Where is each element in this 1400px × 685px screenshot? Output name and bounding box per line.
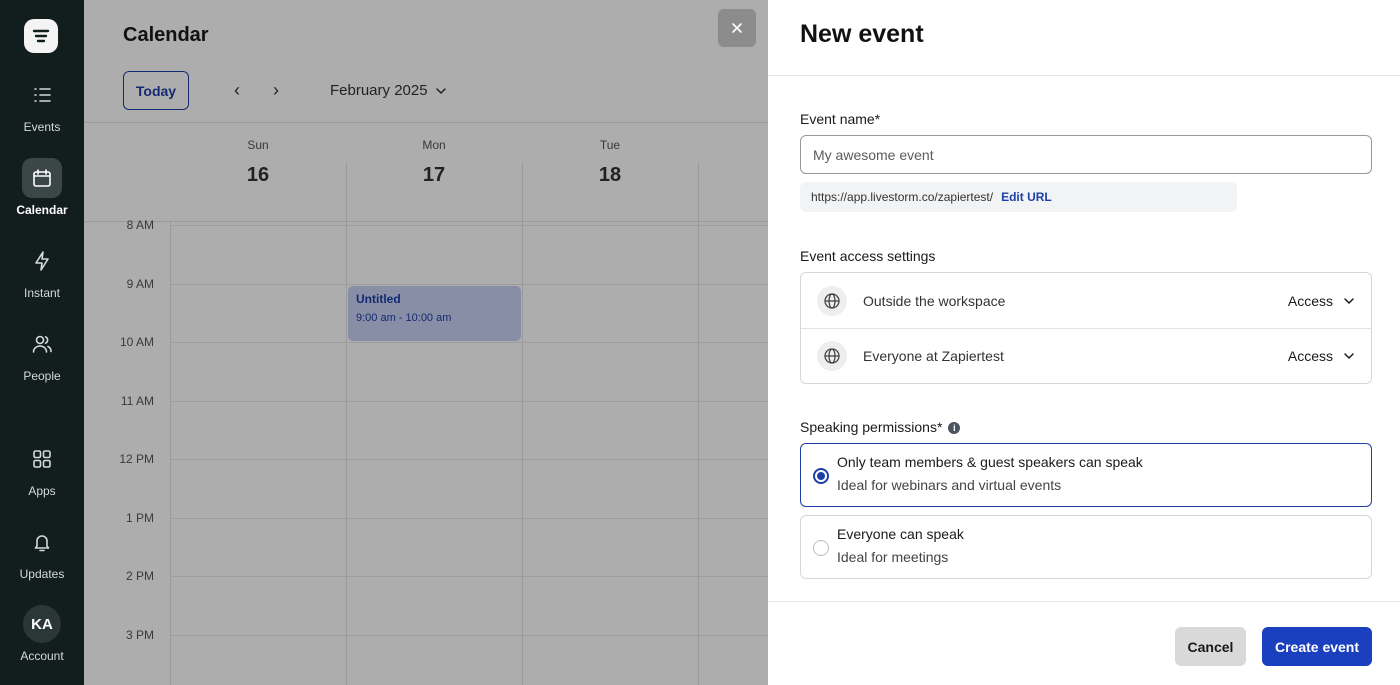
close-button[interactable]: [718, 9, 756, 47]
logo-icon: [32, 29, 50, 43]
event-name-label: Event name*: [800, 111, 881, 127]
calendar-icon: [33, 169, 51, 187]
radio-button[interactable]: [813, 540, 829, 556]
avatar: KA: [23, 605, 61, 643]
apps-grid-icon: [33, 450, 51, 468]
access-dropdown[interactable]: Access: [1288, 348, 1355, 364]
info-icon[interactable]: i: [948, 422, 961, 435]
sidebar-item-label: Calendar: [16, 203, 68, 217]
sidebar-item-label: Apps: [28, 484, 56, 498]
chevron-down-icon: [1344, 297, 1354, 304]
access-row-label: Everyone at Zapiertest: [863, 348, 1004, 364]
access-settings: Outside the workspace Access Everyone at: [800, 272, 1372, 384]
sidebar-item-account[interactable]: KA Account: [0, 605, 84, 663]
chevron-down-icon: [1344, 353, 1354, 360]
event-name-input[interactable]: [800, 135, 1372, 174]
globe-icon: [817, 341, 847, 371]
radio-button[interactable]: [813, 468, 829, 484]
app-logo[interactable]: [24, 19, 58, 53]
cancel-button[interactable]: Cancel: [1175, 627, 1246, 666]
edit-url-link[interactable]: Edit URL: [1001, 190, 1052, 204]
speaking-option-everyone[interactable]: Everyone can speak Ideal for meetings: [800, 515, 1372, 579]
option-subtitle: Ideal for meetings: [837, 549, 949, 565]
people-icon: [32, 335, 52, 353]
option-subtitle: Ideal for webinars and virtual events: [837, 477, 1062, 493]
modal-overlay[interactable]: [84, 0, 768, 685]
sidebar-item-label: Events: [23, 120, 61, 134]
sidebar-item-instant[interactable]: Instant: [0, 241, 84, 300]
drawer-title: New event: [800, 20, 924, 48]
option-title: Only team members & guest speakers can s…: [837, 454, 1143, 470]
sidebar-item-events[interactable]: Events: [0, 75, 84, 134]
list-icon: [34, 88, 51, 102]
access-dropdown[interactable]: Access: [1288, 293, 1355, 309]
access-row: Outside the workspace Access: [801, 273, 1371, 328]
access-row-label: Outside the workspace: [863, 292, 1006, 309]
speaking-option-team[interactable]: Only team members & guest speakers can s…: [800, 443, 1372, 507]
event-url: https://app.livestorm.co/zapiertest/: [811, 190, 994, 204]
access-dropdown-value: Access: [1287, 348, 1333, 364]
drawer-footer: Cancel Create event: [768, 601, 1400, 685]
speaking-permissions-label: Speaking permissions*: [800, 419, 943, 435]
sidebar: Events Calendar Instant People Apps Upda…: [0, 0, 84, 685]
sidebar-item-label: Account: [20, 649, 64, 663]
create-event-button[interactable]: Create event: [1262, 627, 1372, 666]
access-row: Everyone at Zapiertest Access: [801, 328, 1371, 383]
close-icon: [732, 23, 742, 33]
new-event-drawer: New event Event name* https://app.livest…: [768, 0, 1400, 685]
sidebar-item-label: People: [23, 369, 61, 383]
sidebar-item-calendar[interactable]: Calendar: [0, 158, 84, 217]
speaking-permissions-heading: Speaking permissions* i: [800, 419, 961, 435]
sidebar-item-people[interactable]: People: [0, 324, 84, 383]
bell-icon: [34, 535, 50, 552]
access-dropdown-value: Access: [1287, 292, 1333, 309]
sidebar-item-label: Updates: [19, 567, 65, 581]
drawer-header: New event: [768, 0, 1400, 76]
sidebar-item-label: Instant: [23, 286, 61, 300]
access-settings-label: Event access settings: [800, 248, 936, 264]
lightning-icon: [35, 251, 49, 271]
globe-icon: [817, 285, 847, 316]
sidebar-item-apps[interactable]: Apps: [0, 439, 84, 498]
sidebar-item-updates[interactable]: Updates: [0, 522, 84, 581]
event-url-box: https://app.livestorm.co/zapiertest/ Edi…: [800, 182, 1237, 212]
option-title: Everyone can speak: [837, 526, 964, 542]
